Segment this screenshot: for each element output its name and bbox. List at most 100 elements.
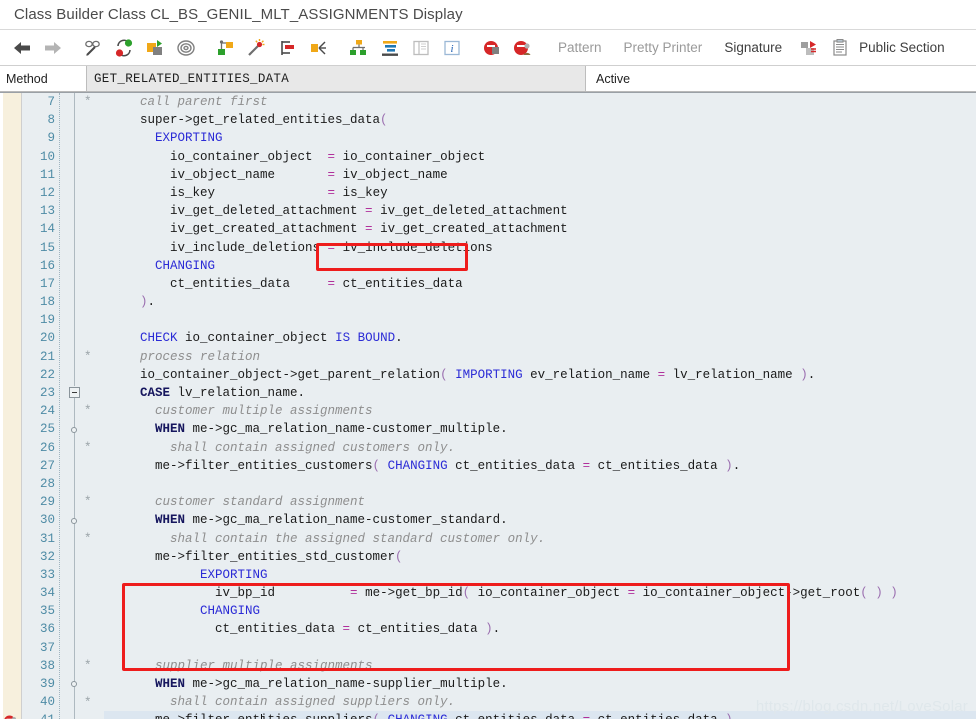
code-line[interactable]: super->get_related_entities_data( [104,111,976,129]
code-token: = [350,586,358,601]
code-token: shall contain the assigned standard cust… [170,531,546,546]
status-badge: Active [586,66,976,91]
code-line[interactable]: is_key = is_key [104,184,976,202]
breakpoint-icon[interactable] [476,33,507,63]
code-line[interactable]: shall contain assigned customers only. [104,439,976,457]
code-editor[interactable]: 7 8 9 10 11 12 13 14 15 16 17 18 19 20 21 22 23 24 25 26 27 2… [0,92,976,719]
debug-user-icon[interactable] [507,33,538,63]
public-section-icon[interactable] [824,33,855,63]
line-number: 15 [39,240,55,255]
forward-arrow-icon[interactable] [37,33,68,63]
code-token: io_container_object [177,331,336,346]
pattern-button[interactable]: Pattern [547,33,613,63]
code-line[interactable]: WHEN me->gc_ma_relation_name-supplier_mu… [104,675,976,693]
code-line[interactable]: process relation [104,348,976,366]
code-line[interactable]: customer standard assignment [104,493,976,511]
main-toolbar: i Pattern Pretty Printer Signature Publi… [0,30,976,66]
code-token: EXPORTING [200,567,268,582]
code-token: = [327,240,336,255]
code-line[interactable]: iv_include_deletions = iv_include_deleti… [104,239,976,257]
toolbar-separator [334,33,343,63]
code-line[interactable]: EXPORTING [104,129,976,147]
code-folding-column[interactable]: ********** [60,93,104,719]
sort-icon[interactable] [374,33,405,63]
code-line[interactable]: EXPORTING [104,566,976,584]
code-token: customer multiple assignments [155,404,373,419]
fold-toggle-icon[interactable] [69,387,80,399]
code-token: . [807,367,816,382]
code-line[interactable]: iv_get_deleted_attachment = iv_get_delet… [104,202,976,220]
line-number: 41 [22,711,59,719]
code-token: iv_bp_id [110,586,351,601]
code-token: iv_get_deleted_attachment [372,204,568,219]
code-line[interactable]: WHEN me->gc_ma_relation_name-customer_mu… [104,420,976,438]
toolbar-separator [68,33,77,63]
code-line[interactable]: me->filter_entities_suppliers( CHANGING … [104,711,976,719]
code-line[interactable]: CASE lv_relation_name. [104,384,976,402]
code-line[interactable]: customer multiple assignments [104,402,976,420]
layout-icon[interactable] [405,33,436,63]
code-token: ct_entities_data [110,276,328,291]
code-line[interactable]: io_container_object = io_container_objec… [104,148,976,166]
code-line[interactable]: ct_entities_data = ct_entities_data [104,275,976,293]
signature-arrow-icon[interactable] [793,33,824,63]
info-icon[interactable]: i [436,33,467,63]
fold-branch-dot-icon[interactable] [71,426,77,433]
code-line[interactable]: ct_entities_data = ct_entities_data ). [104,620,976,638]
code-token: ( [440,367,448,382]
code-line[interactable] [104,311,976,329]
code-text-area[interactable]: call parent first super->get_related_ent… [104,93,976,719]
code-line[interactable]: CHANGING [104,602,976,620]
display-change-icon[interactable] [77,33,108,63]
breakpoint-marker-icon[interactable] [3,713,19,719]
code-line[interactable]: ). [104,293,976,311]
code-line[interactable]: me->filter_entities_std_customer( [104,548,976,566]
fold-branch-dot-icon[interactable] [71,681,77,688]
code-line[interactable] [104,639,976,657]
code-line[interactable]: CHANGING [104,257,976,275]
code-token: ) [140,295,148,310]
code-line[interactable]: iv_get_created_attachment = iv_get_creat… [104,220,976,238]
split-icon[interactable] [303,33,334,63]
code-line[interactable]: supplier multiple assignments [104,657,976,675]
back-arrow-icon[interactable] [6,33,37,63]
check-icon[interactable] [210,33,241,63]
code-line[interactable]: call parent first [104,93,976,111]
code-token: ) [725,458,733,473]
filter-icon[interactable] [272,33,303,63]
code-token: IMPORTING [455,367,523,382]
code-line[interactable] [104,475,976,493]
signature-button[interactable]: Signature [713,33,793,63]
fold-guide-line [74,93,75,387]
code-line[interactable]: iv_object_name = iv_object_name [104,166,976,184]
pretty-printer-button[interactable]: Pretty Printer [613,33,714,63]
refresh-icon[interactable] [108,33,139,63]
code-token: ) [890,586,898,601]
code-line[interactable]: WHEN me->gc_ma_relation_name-customer_st… [104,511,976,529]
code-token: WHEN [155,677,186,691]
hierarchy-icon[interactable] [343,33,374,63]
editor-marker-column[interactable] [0,93,22,719]
package-icon[interactable] [139,33,170,63]
code-token: WHEN [155,513,186,528]
method-name-field[interactable]: GET_RELATED_ENTITIES_DATA [86,66,586,91]
fold-branch-dot-icon[interactable] [71,517,77,524]
fold-guide-line [74,398,75,719]
code-line[interactable]: shall contain assigned suppliers only. [104,693,976,711]
line-number: 25 [39,422,55,437]
code-token: . [733,713,741,719]
code-line[interactable]: me->filter_entities_customers( CHANGING … [104,457,976,475]
code-line[interactable]: CHECK io_container_object IS BOUND. [104,329,976,347]
code-line[interactable]: iv_bp_id = me->get_bp_id( io_container_o… [104,584,976,602]
code-line[interactable]: shall contain the assigned standard cust… [104,530,976,548]
public-section-label[interactable]: Public Section [855,33,956,63]
code-line[interactable]: io_container_object->get_parent_relation… [104,366,976,384]
where-used-icon[interactable] [170,33,201,63]
activate-icon[interactable] [241,33,272,63]
